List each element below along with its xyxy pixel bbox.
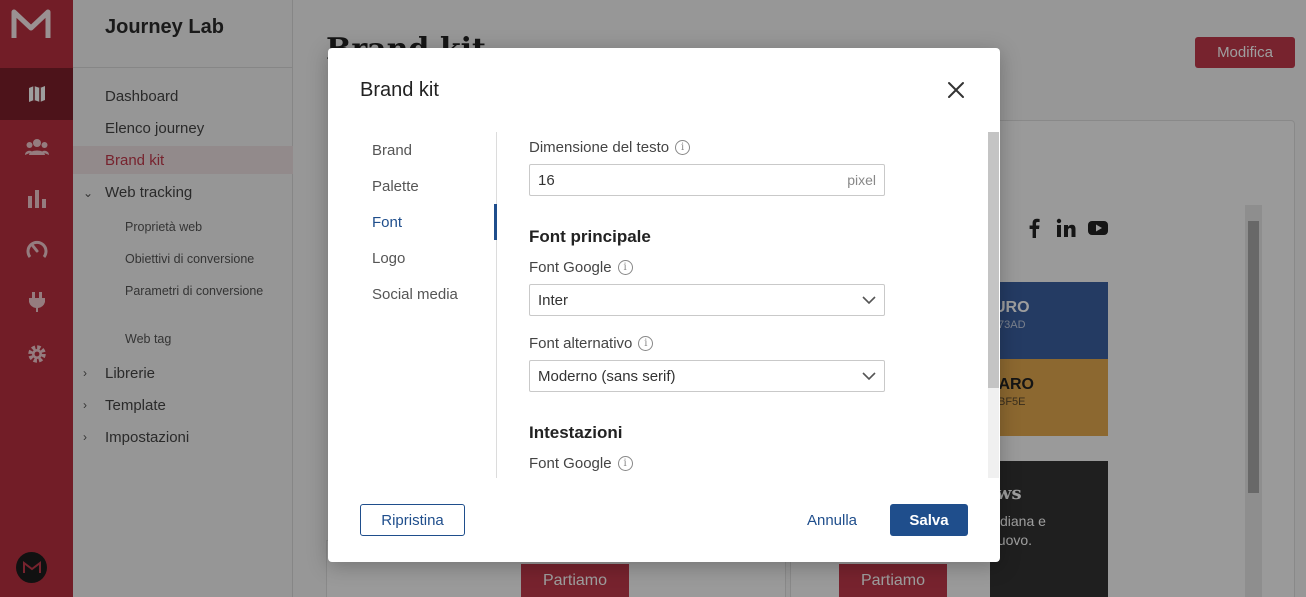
text-size-value[interactable]: 16 (538, 172, 555, 189)
dialog-nav: Brand Palette Font Logo Social media (360, 132, 497, 478)
text-size-label: Dimensione del testo (529, 139, 670, 156)
select-value: Inter (538, 291, 569, 309)
scrollbar-thumb[interactable] (988, 132, 999, 388)
reset-button[interactable]: Ripristina (360, 504, 465, 536)
dialog-nav-palette[interactable]: Palette (372, 178, 419, 195)
dialog-nav-font[interactable]: Font (372, 214, 402, 231)
active-nav-indicator (494, 204, 497, 240)
google-font-label: Font Google (529, 455, 612, 472)
font-settings-panel: Dimensione del testo i 16 pixel Font pri… (529, 132, 969, 478)
fallback-font-select[interactable]: Moderno (sans serif) (529, 360, 885, 392)
chevron-down-icon (862, 371, 876, 380)
section-heading: Intestazioni (529, 423, 623, 442)
select-value: Moderno (sans serif) (538, 367, 676, 385)
dialog-nav-social-media[interactable]: Social media (372, 286, 458, 303)
chevron-down-icon (862, 295, 876, 304)
info-icon[interactable]: i (617, 260, 633, 275)
cancel-button[interactable]: Annulla (798, 504, 866, 536)
section-heading: Font principale (529, 227, 651, 246)
info-icon[interactable]: i (675, 140, 691, 155)
brand-kit-dialog: Brand kit Brand Palette Font Logo Social… (328, 48, 1000, 562)
info-icon[interactable]: i (638, 336, 654, 351)
dialog-scrollbar[interactable] (988, 132, 999, 478)
dialog-nav-logo[interactable]: Logo (372, 250, 405, 267)
text-size-input[interactable]: 16 pixel (529, 164, 885, 196)
dialog-nav-brand[interactable]: Brand (372, 142, 412, 159)
save-button[interactable]: Salva (890, 504, 968, 536)
close-icon[interactable] (944, 78, 968, 102)
google-font-label: Font Google (529, 259, 612, 276)
unit-suffix: pixel (847, 172, 876, 188)
google-font-select[interactable]: Inter (529, 284, 885, 316)
fallback-font-label: Font alternativo (529, 335, 633, 352)
info-icon[interactable]: i (617, 456, 633, 471)
dialog-title: Brand kit (360, 79, 439, 101)
